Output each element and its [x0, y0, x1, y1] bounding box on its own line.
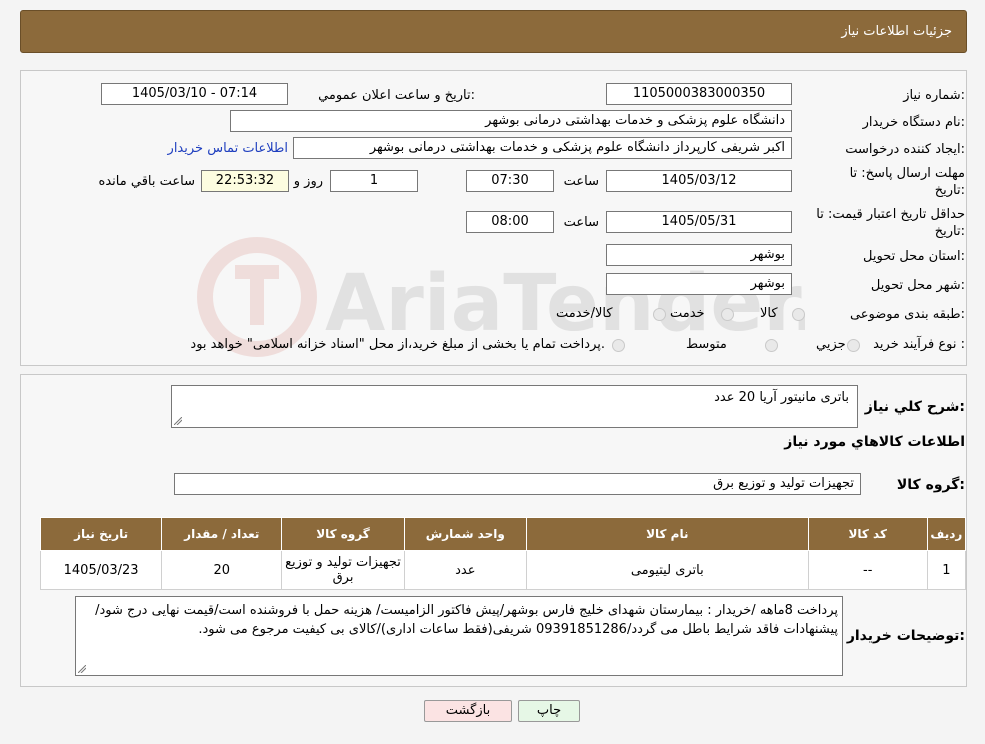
col-goods-group: گروه کالا: [281, 517, 405, 551]
col-goods-name: نام کالا: [525, 517, 809, 551]
validity-label: حداقل تاريخ اعتبار قيمت: تا: [816, 207, 965, 222]
buyer-notes-textarea[interactable]: پرداخت 8ماهه /خریدار : بیمارستان شهدای خ…: [75, 596, 843, 676]
col-row-number: رديف: [926, 517, 967, 551]
need-number-field[interactable]: 1105000383000350: [606, 83, 792, 105]
cell-quantity: 20: [161, 550, 283, 590]
resize-handle-icon[interactable]: [174, 417, 182, 425]
process-treasury-checkbox[interactable]: [612, 339, 625, 352]
buyer-contact-link[interactable]: اطلاعات تماس خريدار: [168, 141, 288, 156]
table-header-row: رديف کد کالا نام کالا واحد شمارش گروه کا…: [39, 517, 967, 551]
announce-datetime-field[interactable]: 1405/03/10 - 07:14: [101, 83, 288, 105]
remaining-time-field: 22:53:32: [201, 170, 289, 192]
requester-field[interactable]: اکبر شریفی کارپرداز دانشگاه علوم پزشکی و…: [293, 137, 792, 159]
col-need-date: تاريخ نياز: [39, 517, 163, 551]
deadline-time-label: ساعت: [563, 174, 599, 189]
province-label: استان محل تحويل:: [863, 249, 965, 264]
days-remaining-field[interactable]: 1: [330, 170, 418, 192]
cell-goods-code: --: [807, 550, 928, 590]
announce-datetime-label: تاریخ و ساعت اعلان عمومي:: [318, 88, 475, 103]
category-option-goods-service: کالا/خدمت: [556, 306, 613, 321]
buyer-org-label: نام دستگاه خريدار:: [862, 115, 965, 130]
city-label: شهر محل تحويل:: [870, 278, 965, 293]
process-treasury-note: پرداخت تمام يا بخشی از مبلغ خريد،از محل …: [190, 337, 605, 352]
page-title: جزئیات اطلاعات نیاز: [841, 24, 952, 39]
category-radio-service[interactable]: [721, 308, 734, 321]
validity-time-label: ساعت: [563, 215, 599, 230]
city-field[interactable]: بوشهر: [606, 273, 792, 295]
resize-handle-icon[interactable]: [78, 665, 86, 673]
col-quantity: تعداد / مقدار: [161, 517, 283, 551]
province-field[interactable]: بوشهر: [606, 244, 792, 266]
validity-time-field[interactable]: 08:00: [466, 211, 554, 233]
remaining-time-label: ساعت باقي مانده: [98, 174, 195, 189]
deadline-label: مهلت ارسال پاسخ: تا: [849, 166, 965, 181]
process-option-medium: متوسط: [686, 337, 727, 352]
days-label: روز و: [293, 174, 323, 189]
goods-table: رديف کد کالا نام کالا واحد شمارش گروه کا…: [39, 517, 967, 590]
requester-label: ايجاد کننده درخواست:: [845, 142, 965, 157]
cell-goods-group: تجهیزات تولید و توزیع برق: [281, 550, 405, 590]
category-label: طبقه بندی موضوعی:: [849, 307, 965, 322]
cell-row-number: 1: [926, 550, 967, 590]
cell-unit: عدد: [403, 550, 527, 590]
summary-label: شرح کلي نياز:: [864, 399, 965, 415]
cell-goods-name: باتری لیتیومی: [525, 550, 809, 590]
process-radio-small[interactable]: [847, 339, 860, 352]
validity-label-date: تاريخ:: [934, 224, 965, 239]
summary-text: باتری مانیتور آریا 20 عدد: [714, 390, 849, 405]
page-header: جزئیات اطلاعات نیاز: [20, 10, 967, 53]
process-radio-medium[interactable]: [765, 339, 778, 352]
back-button[interactable]: بازگشت: [424, 700, 512, 722]
buyer-notes-text: پرداخت 8ماهه /خریدار : بیمارستان شهدای خ…: [95, 603, 838, 637]
process-option-small: جزيي: [816, 337, 846, 352]
print-button[interactable]: چاپ: [518, 700, 580, 722]
category-radio-goods-service[interactable]: [653, 308, 666, 321]
deadline-date-field[interactable]: 1405/03/12: [606, 170, 792, 192]
summary-textarea[interactable]: باتری مانیتور آریا 20 عدد: [171, 385, 858, 428]
process-type-label: نوع فرآيند خريد :: [873, 337, 965, 352]
category-option-service: خدمت: [670, 306, 705, 321]
goods-info-title: اطلاعات کالاهاي مورد نياز: [784, 434, 965, 450]
validity-date-field[interactable]: 1405/05/31: [606, 211, 792, 233]
category-option-goods: کالا: [760, 306, 778, 321]
deadline-label-date: تاريخ:: [934, 183, 965, 198]
table-row: 1 -- باتری لیتیومی عدد تجهیزات تولید و ت…: [39, 550, 967, 590]
deadline-time-field[interactable]: 07:30: [466, 170, 554, 192]
goods-group-label: گروه کالا:: [896, 477, 965, 493]
buyer-org-field[interactable]: دانشگاه علوم پزشکی و خدمات بهداشتی درمان…: [230, 110, 792, 132]
need-number-label: شماره نیاز:: [903, 88, 965, 103]
buyer-notes-label: توضيحات خريدار:: [846, 628, 965, 644]
category-radio-goods[interactable]: [792, 308, 805, 321]
goods-group-field[interactable]: تجهیزات تولید و توزیع برق: [174, 473, 861, 495]
col-goods-code: کد کالا: [807, 517, 928, 551]
cell-need-date: 1405/03/23: [39, 550, 163, 590]
col-unit: واحد شمارش: [403, 517, 527, 551]
